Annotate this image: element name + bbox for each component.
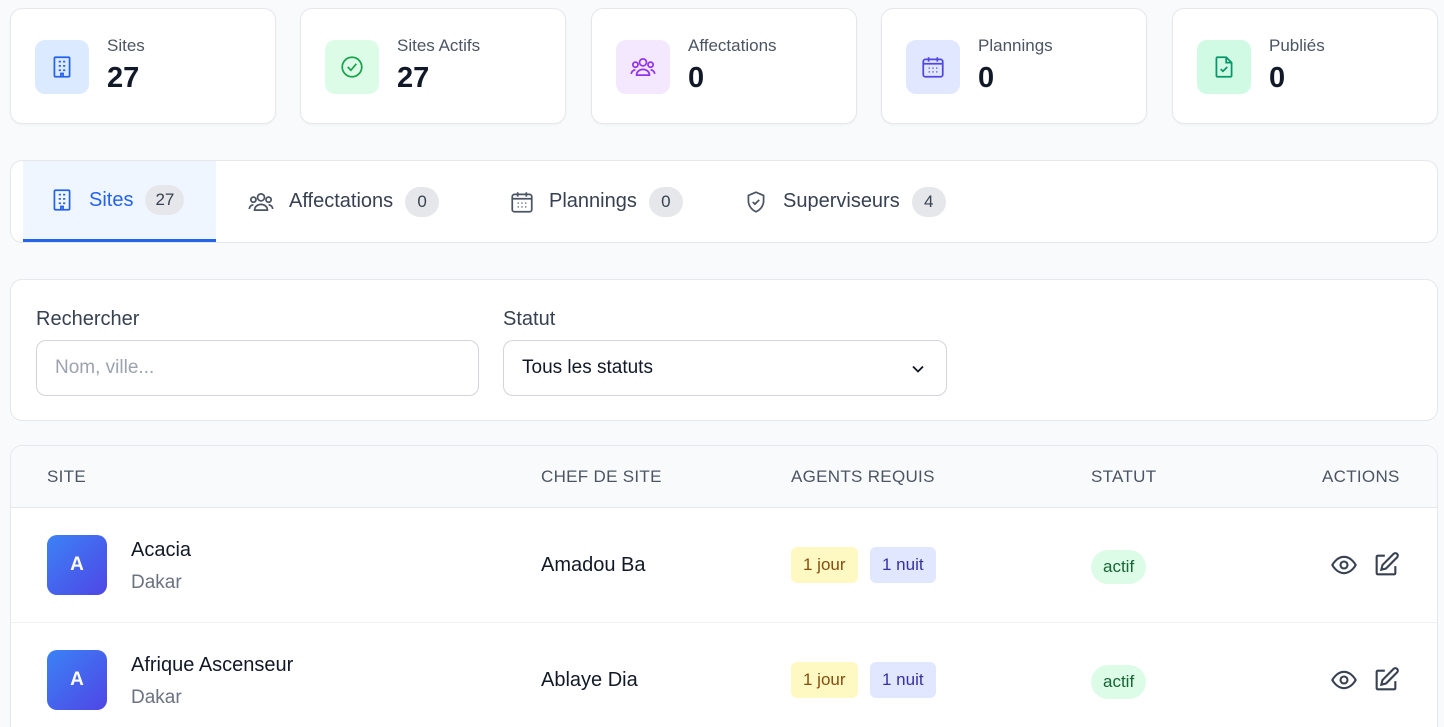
agents-day-badge: 1 jour: [791, 662, 858, 698]
stat-label: Publiés: [1269, 36, 1325, 55]
search-label: Rechercher: [36, 308, 140, 330]
check-circle-icon: [325, 40, 379, 94]
eye-icon: [1331, 555, 1357, 575]
eye-icon: [1331, 670, 1357, 690]
status-select-value: Tous les statuts: [522, 357, 653, 378]
column-header-chef: CHEF DE SITE: [541, 467, 662, 486]
calendar-icon: [906, 40, 960, 94]
tab-affectations[interactable]: Affectations 0: [247, 161, 440, 242]
tab-label: Sites: [89, 188, 134, 211]
site-city: Dakar: [131, 572, 182, 593]
tab-label: Affectations: [289, 190, 394, 212]
tab-bar: Sites 27 Affectations 0 Plannings 0 Supe…: [10, 160, 1438, 243]
status-badge: actif: [1091, 665, 1147, 699]
table-row[interactable]: A Afrique Ascenseur Dakar Ablaye Dia 1 j…: [11, 623, 1437, 727]
site-avatar: A: [47, 650, 107, 710]
status-badge: actif: [1091, 550, 1147, 584]
building-icon: [53, 189, 71, 211]
stat-value: 27: [397, 62, 430, 94]
column-header-actions: ACTIONS: [1322, 467, 1400, 486]
edit-button[interactable]: [1371, 550, 1401, 580]
tab-label: Plannings: [549, 190, 637, 212]
stat-card-sites: Sites 27: [10, 8, 276, 124]
stat-value: 27: [107, 62, 140, 94]
column-header-agents: AGENTS REQUIS: [791, 467, 935, 486]
building-icon: [35, 40, 89, 94]
tab-count: 27: [145, 185, 185, 215]
stat-label: Sites Actifs: [397, 36, 481, 55]
stat-card-plannings: Plannings 0: [881, 8, 1147, 124]
tab-label: Superviseurs: [783, 190, 900, 212]
stat-value: 0: [1269, 62, 1286, 94]
filter-panel: Rechercher Statut Tous les statuts: [10, 279, 1438, 421]
status-select[interactable]: Tous les statuts: [503, 340, 947, 396]
stat-label: Sites: [107, 36, 145, 55]
agents-night-badge: 1 nuit: [870, 662, 936, 698]
edit-icon: [1375, 552, 1399, 576]
site-city: Dakar: [131, 687, 182, 708]
view-button[interactable]: [1329, 665, 1359, 695]
chevron-down-icon: [912, 365, 924, 373]
site-chef: Amadou Ba: [541, 554, 646, 576]
stat-label: Plannings: [978, 36, 1053, 55]
column-header-status: STATUT: [1091, 467, 1157, 486]
stat-label: Affectations: [688, 36, 777, 55]
tab-count: 0: [648, 186, 683, 217]
users-icon: [248, 192, 274, 211]
site-avatar: A: [47, 535, 107, 595]
table-row[interactable]: A Acacia Dakar Amadou Ba 1 jour 1 nuit a…: [11, 508, 1437, 623]
tab-superviseurs[interactable]: Superviseurs 4: [743, 161, 946, 242]
site-name: Acacia: [131, 539, 192, 561]
view-button[interactable]: [1329, 550, 1359, 580]
tab-plannings[interactable]: Plannings 0: [509, 161, 683, 242]
site-name: Afrique Ascenseur: [131, 654, 294, 676]
search-input[interactable]: [36, 340, 479, 396]
users-icon: [616, 40, 670, 94]
agents-day-badge: 1 jour: [791, 547, 858, 583]
edit-icon: [1375, 667, 1399, 691]
stat-value: 0: [688, 62, 705, 94]
stat-value: 0: [978, 62, 995, 94]
tab-count: 4: [911, 186, 946, 217]
stat-card-active-sites: Sites Actifs 27: [300, 8, 566, 124]
column-header-site: SITE: [47, 467, 86, 486]
tab-sites[interactable]: Sites 27: [23, 161, 216, 242]
status-label: Statut: [503, 308, 556, 330]
agents-night-badge: 1 nuit: [870, 547, 936, 583]
edit-button[interactable]: [1371, 665, 1401, 695]
tab-count: 0: [405, 186, 440, 217]
calendar-icon: [511, 191, 533, 213]
stat-card-affectations: Affectations 0: [591, 8, 857, 124]
stat-card-published: Publiés 0: [1172, 8, 1438, 124]
file-check-icon: [1197, 40, 1251, 94]
table-header: SITE CHEF DE SITE AGENTS REQUIS STATUT A…: [11, 446, 1437, 508]
site-chef: Ablaye Dia: [541, 669, 638, 691]
stats-row: Sites 27 Sites Actifs 27 Affectations 0 …: [10, 8, 1438, 124]
shield-check-icon: [747, 190, 765, 213]
sites-table: SITE CHEF DE SITE AGENTS REQUIS STATUT A…: [10, 445, 1438, 727]
